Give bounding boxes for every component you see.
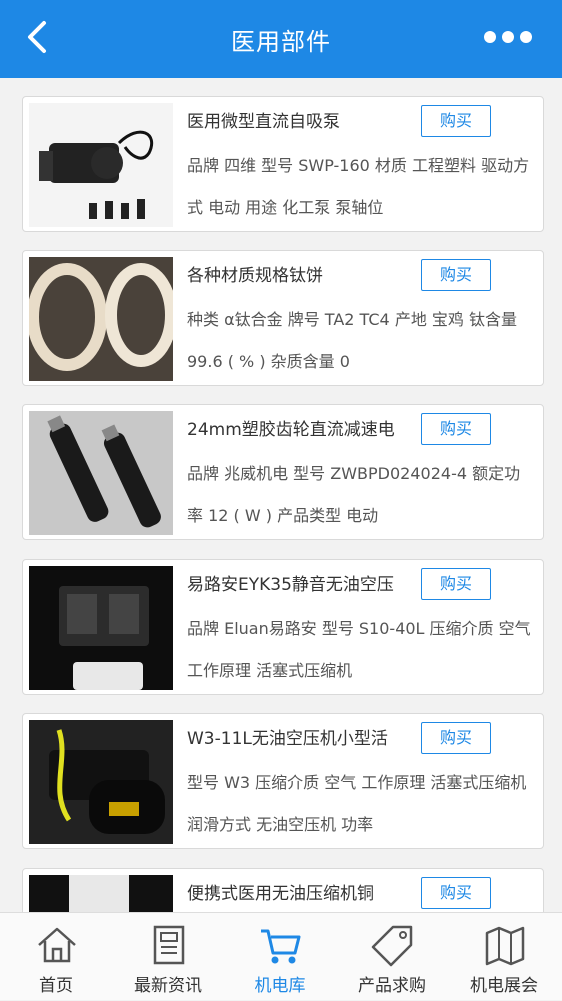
tab-label: 最新资讯 bbox=[112, 971, 224, 996]
app-header: 医用部件 bbox=[0, 0, 562, 78]
product-specs: 品牌 四维 型号 SWP-160 材质 工程塑料 驱动方式 电动 用途 化工泵 … bbox=[187, 145, 531, 229]
product-name[interactable]: 各种材质规格钛饼 bbox=[187, 261, 323, 286]
tab-home[interactable]: 首页 bbox=[0, 913, 112, 1001]
tab-product-library[interactable]: 机电库 bbox=[224, 913, 336, 1001]
buy-button[interactable]: 购买 bbox=[421, 722, 491, 754]
map-icon bbox=[483, 923, 527, 967]
product-name[interactable]: 便携式医用无油压缩机铜 bbox=[187, 879, 374, 904]
tab-label: 机电库 bbox=[224, 971, 336, 996]
product-specs: 种类 α钛合金 牌号 TA2 TC4 产地 宝鸡 钛含量 99.6 ( % ) … bbox=[187, 299, 531, 383]
bottom-tab-bar: 首页 最新资讯 机电库 产品求购 机电展会 bbox=[0, 912, 562, 1000]
product-name[interactable]: 医用微型直流自吸泵 bbox=[187, 107, 340, 132]
product-name[interactable]: W3-11L无油空压机小型活 bbox=[187, 724, 388, 749]
cart-icon bbox=[259, 923, 303, 967]
buy-button[interactable]: 购买 bbox=[421, 877, 491, 909]
home-icon bbox=[35, 923, 79, 967]
tab-label: 产品求购 bbox=[336, 971, 448, 996]
product-specs: 品牌 兆威机电 型号 ZWBPD024024-4 额定功率 12 ( W ) 产… bbox=[187, 453, 531, 537]
product-image-gear-motor bbox=[29, 411, 173, 535]
product-card[interactable]: 各种材质规格钛饼 购买 种类 α钛合金 牌号 TA2 TC4 产地 宝鸡 钛含量… bbox=[22, 250, 544, 386]
news-icon bbox=[147, 923, 191, 967]
page-title: 医用部件 bbox=[0, 22, 562, 57]
product-card[interactable]: 医用微型直流自吸泵 购买 品牌 四维 型号 SWP-160 材质 工程塑料 驱动… bbox=[22, 96, 544, 232]
product-card[interactable]: 易路安EYK35静音无油空压 购买 品牌 Eluan易路安 型号 S10-40L… bbox=[22, 559, 544, 695]
tab-news[interactable]: 最新资讯 bbox=[112, 913, 224, 1001]
buy-button[interactable]: 购买 bbox=[421, 568, 491, 600]
product-list: 医用微型直流自吸泵 购买 品牌 四维 型号 SWP-160 材质 工程塑料 驱动… bbox=[0, 78, 562, 912]
buy-button[interactable]: 购买 bbox=[421, 105, 491, 137]
tab-purchase-requests[interactable]: 产品求购 bbox=[336, 913, 448, 1001]
product-image-oil-free-compressor bbox=[29, 720, 173, 844]
tag-icon bbox=[371, 923, 415, 967]
tab-exhibitions[interactable]: 机电展会 bbox=[448, 913, 560, 1001]
product-image-pump bbox=[29, 103, 173, 227]
tab-label: 机电展会 bbox=[448, 971, 560, 996]
product-card[interactable]: 便携式医用无油压缩机铜 购买 bbox=[22, 868, 544, 912]
buy-button[interactable]: 购买 bbox=[421, 259, 491, 291]
product-name[interactable]: 易路安EYK35静音无油空压 bbox=[187, 570, 394, 595]
buy-button[interactable]: 购买 bbox=[421, 413, 491, 445]
product-image-titanium-disc bbox=[29, 257, 173, 381]
product-specs: 品牌 Eluan易路安 型号 S10-40L 压缩介质 空气 工作原理 活塞式压… bbox=[187, 608, 531, 692]
product-specs: 型号 W3 压缩介质 空气 工作原理 活塞式压缩机 润滑方式 无油空压机 功率 bbox=[187, 762, 531, 846]
product-image-air-compressor bbox=[29, 566, 173, 690]
product-name[interactable]: 24mm塑胶齿轮直流减速电 bbox=[187, 415, 395, 440]
more-options-icon[interactable] bbox=[484, 28, 540, 48]
product-image-portable-compressor bbox=[29, 875, 173, 912]
product-card[interactable]: W3-11L无油空压机小型活 购买 型号 W3 压缩介质 空气 工作原理 活塞式… bbox=[22, 713, 544, 849]
product-card[interactable]: 24mm塑胶齿轮直流减速电 购买 品牌 兆威机电 型号 ZWBPD024024-… bbox=[22, 404, 544, 540]
tab-label: 首页 bbox=[0, 971, 112, 996]
